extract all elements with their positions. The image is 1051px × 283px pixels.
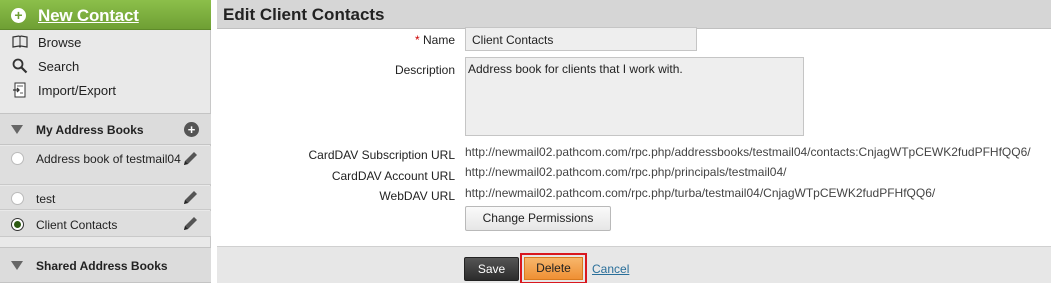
sidebar-item-label: Search bbox=[38, 59, 80, 74]
my-address-books-header[interactable]: My Address Books + bbox=[0, 113, 211, 145]
book-icon bbox=[12, 34, 28, 50]
radio-button-selected[interactable] bbox=[11, 218, 24, 231]
edit-panel: Edit Client Contacts * Name Client Conta… bbox=[217, 0, 1051, 283]
description-label: Description bbox=[394, 63, 455, 77]
action-bar: Save Delete Cancel bbox=[217, 246, 1051, 283]
new-contact-label: New Contact bbox=[38, 6, 139, 25]
required-marker: * bbox=[414, 33, 420, 47]
radio-button[interactable] bbox=[11, 192, 24, 205]
collapse-triangle-icon[interactable] bbox=[11, 125, 23, 134]
carddav-account-label: CardDAV Account URL bbox=[331, 169, 455, 183]
carddav-subscription-url: http://newmail02.pathcom.com/rpc.php/add… bbox=[465, 145, 1031, 159]
my-address-books-label: My Address Books bbox=[36, 123, 144, 137]
address-book-label: Client Contacts bbox=[36, 218, 118, 232]
address-book-label: test bbox=[36, 192, 56, 206]
address-book-item-selected[interactable]: Client Contacts bbox=[0, 211, 211, 237]
search-icon bbox=[12, 58, 28, 74]
sidebar: + New Contact Browse Search Import/Expor… bbox=[0, 0, 211, 283]
pencil-icon[interactable] bbox=[181, 215, 199, 233]
shared-address-books-label: Shared Address Books bbox=[36, 259, 168, 273]
add-address-book-icon[interactable]: + bbox=[184, 122, 199, 137]
sidebar-item-browse[interactable]: Browse bbox=[0, 31, 211, 53]
sidebar-item-search[interactable]: Search bbox=[0, 55, 211, 77]
pencil-icon[interactable] bbox=[181, 150, 199, 168]
address-book-item[interactable]: Address book of testmail04 bbox=[0, 146, 211, 185]
new-contact-button[interactable]: + New Contact bbox=[0, 0, 211, 30]
delete-button[interactable]: Delete bbox=[524, 257, 583, 280]
description-textarea[interactable]: Address book for clients that I work wit… bbox=[465, 57, 804, 136]
cancel-link[interactable]: Cancel bbox=[592, 262, 629, 276]
plus-icon: + bbox=[11, 8, 26, 23]
address-book-label: Address book of testmail04 bbox=[36, 152, 181, 166]
delete-highlight: Delete bbox=[520, 253, 587, 283]
import-export-icon bbox=[12, 82, 28, 98]
shared-address-books-header[interactable]: Shared Address Books bbox=[0, 247, 211, 283]
change-permissions-button[interactable]: Change Permissions bbox=[465, 206, 611, 231]
name-label: * Name bbox=[415, 33, 455, 47]
save-button[interactable]: Save bbox=[464, 257, 519, 281]
carddav-account-url: http://newmail02.pathcom.com/rpc.php/pri… bbox=[465, 165, 787, 179]
webdav-url: http://newmail02.pathcom.com/rpc.php/tur… bbox=[465, 186, 936, 200]
page-title: Edit Client Contacts bbox=[223, 5, 385, 24]
sidebar-item-label: Import/Export bbox=[38, 83, 117, 98]
name-label-text: Name bbox=[422, 33, 455, 47]
page-header: Edit Client Contacts bbox=[217, 0, 1051, 29]
pencil-icon[interactable] bbox=[181, 189, 199, 207]
radio-button[interactable] bbox=[11, 152, 24, 165]
name-input[interactable]: Client Contacts bbox=[465, 27, 697, 51]
sidebar-item-import-export[interactable]: Import/Export bbox=[0, 79, 211, 101]
address-book-item[interactable]: test bbox=[0, 186, 211, 210]
collapse-triangle-icon[interactable] bbox=[11, 261, 23, 270]
webdav-label: WebDAV URL bbox=[379, 189, 455, 203]
carddav-subscription-label: CardDAV Subscription URL bbox=[308, 148, 455, 162]
sidebar-item-label: Browse bbox=[38, 35, 82, 50]
